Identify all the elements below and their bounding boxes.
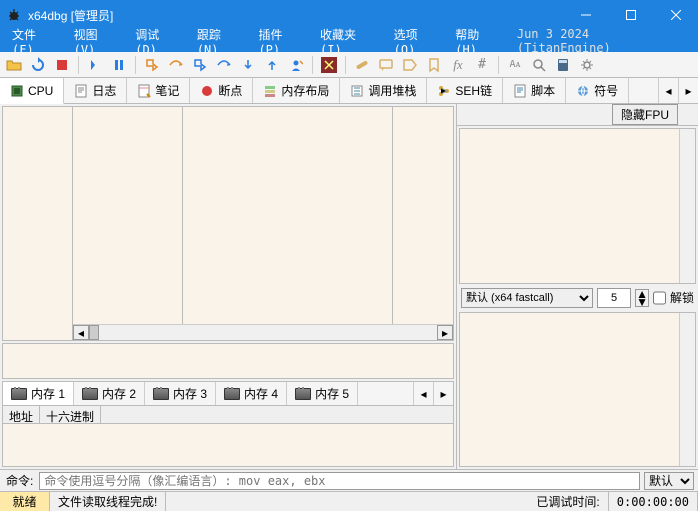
ram-icon [295,388,311,400]
memtab-scroll-right[interactable]: ▸ [433,382,453,405]
run-to-user-button[interactable] [262,55,282,75]
calling-convention-row: 默认 (x64 fastcall) ▲▼ 解锁 [457,286,698,310]
calculator-button[interactable] [553,55,573,75]
settings-button[interactable] [577,55,597,75]
disasm-hscroll[interactable]: ◂▸ [73,324,453,340]
memtab-3[interactable]: 内存 3 [145,382,216,405]
ram-icon [11,388,27,400]
strings-button[interactable]: Aᴀ [505,55,525,75]
status-message: 文件读取线程完成! [50,492,166,511]
stack-pane[interactable] [459,312,696,468]
bookmarks-button[interactable] [424,55,444,75]
trace-into-button[interactable] [190,55,210,75]
tab-notes[interactable]: 笔记 [127,78,190,103]
ram-icon [153,388,169,400]
tab-scroll-left[interactable]: ◂ [658,78,678,103]
ram-icon [82,388,98,400]
toolbar: fx # Aᴀ [0,52,698,78]
memtab-1[interactable]: 内存 1 [3,382,74,405]
main-tabbar: CPU 日志 笔记 断点 内存布局 调用堆栈 SEH链 脚本 符号 ◂ ▸ [0,78,698,104]
calling-convention-select[interactable]: 默认 (x64 fastcall) [461,288,593,308]
tab-symbols[interactable]: 符号 [566,78,629,103]
unlock-checkbox[interactable] [653,288,666,308]
tab-script[interactable]: 脚本 [503,78,566,103]
toggle-fpu-button[interactable]: 隐藏FPU [612,104,678,125]
mem-col-address: 地址 [3,406,40,423]
command-mode-select[interactable]: 默认 [644,472,694,490]
run-button[interactable] [85,55,105,75]
variables-button[interactable]: # [472,55,492,75]
tab-call-stack[interactable]: 调用堆栈 [340,78,427,103]
trace-over-button[interactable] [214,55,234,75]
command-input[interactable] [39,472,640,490]
status-ready: 就绪 [0,492,50,511]
restart-button[interactable] [28,55,48,75]
registers-vscroll[interactable] [679,129,695,283]
run-to-return-button[interactable] [238,55,258,75]
info-pane[interactable] [2,343,454,379]
stack-vscroll[interactable] [679,313,695,467]
pause-button[interactable] [109,55,129,75]
scylla-button[interactable] [319,55,339,75]
registers-pane[interactable] [459,128,696,284]
search-button[interactable] [529,55,549,75]
status-bar: 就绪 文件读取线程完成! 已调试时间: 0:00:00:00 [0,491,698,511]
tab-memory-map[interactable]: 内存布局 [253,78,340,103]
memory-tabbar: 内存 1 内存 2 内存 3 内存 4 内存 5 ◂ ▸ [2,381,454,405]
memtab-4[interactable]: 内存 4 [216,382,287,405]
labels-button[interactable] [400,55,420,75]
tab-cpu[interactable]: CPU [0,78,64,104]
functions-button[interactable]: fx [448,55,468,75]
tab-seh[interactable]: SEH链 [427,78,503,103]
status-debug-label: 已调试时间: [528,492,608,511]
tab-log[interactable]: 日志 [64,78,127,103]
status-debug-time: 0:00:00:00 [609,492,698,511]
memtab-scroll-left[interactable]: ◂ [413,382,433,405]
run-to-user-code-button[interactable] [286,55,306,75]
open-button[interactable] [4,55,24,75]
app-icon [6,7,22,23]
tab-breakpoints[interactable]: 断点 [190,78,253,103]
menubar: 文件(F) 视图(V) 调试(D) 跟踪(N) 插件(P) 收藏夹(I) 选项(… [0,30,698,52]
spinner-buttons[interactable]: ▲▼ [635,289,649,307]
window-title: x64dbg [管理员] [28,7,563,24]
tab-scroll-right[interactable]: ▸ [678,78,698,103]
command-bar: 命令: 默认 [0,469,698,491]
step-over-button[interactable] [166,55,186,75]
ram-icon [224,388,240,400]
patches-button[interactable] [352,55,372,75]
command-label: 命令: [0,472,39,489]
memtab-5[interactable]: 内存 5 [287,382,358,405]
arg-count-input[interactable] [597,288,631,308]
memtab-2[interactable]: 内存 2 [74,382,145,405]
disassembly-pane[interactable]: ◂▸ [2,106,454,341]
memory-dump-pane[interactable]: 地址十六进制 [2,405,454,467]
comments-button[interactable] [376,55,396,75]
stop-button[interactable] [52,55,72,75]
step-into-button[interactable] [142,55,162,75]
mem-col-hex: 十六进制 [40,406,101,423]
unlock-label: 解锁 [670,289,694,306]
